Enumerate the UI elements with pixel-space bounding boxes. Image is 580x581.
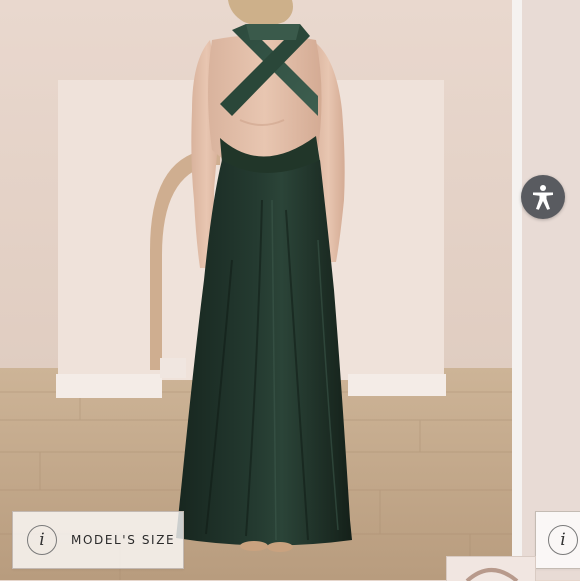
product-gallery: i MODEL'S SIZE i [0,0,580,581]
model-size-button[interactable]: i MODEL'S SIZE [12,511,184,569]
accessibility-button[interactable] [521,175,565,219]
accessibility-person-icon [533,185,553,210]
info-icon: i [548,525,578,555]
model-size-label: MODEL'S SIZE [71,533,176,547]
product-photo[interactable]: i MODEL'S SIZE [0,0,512,580]
next-photo-info-button[interactable]: i [535,511,580,569]
gallery-divider [512,0,522,580]
gallery-thumbnail-image [465,568,519,581]
info-icon: i [27,525,57,555]
gallery-thumbnail[interactable] [446,556,536,581]
product-photo-image [0,0,512,580]
next-product-photo[interactable]: i [522,0,580,580]
next-product-photo-image [522,0,580,580]
